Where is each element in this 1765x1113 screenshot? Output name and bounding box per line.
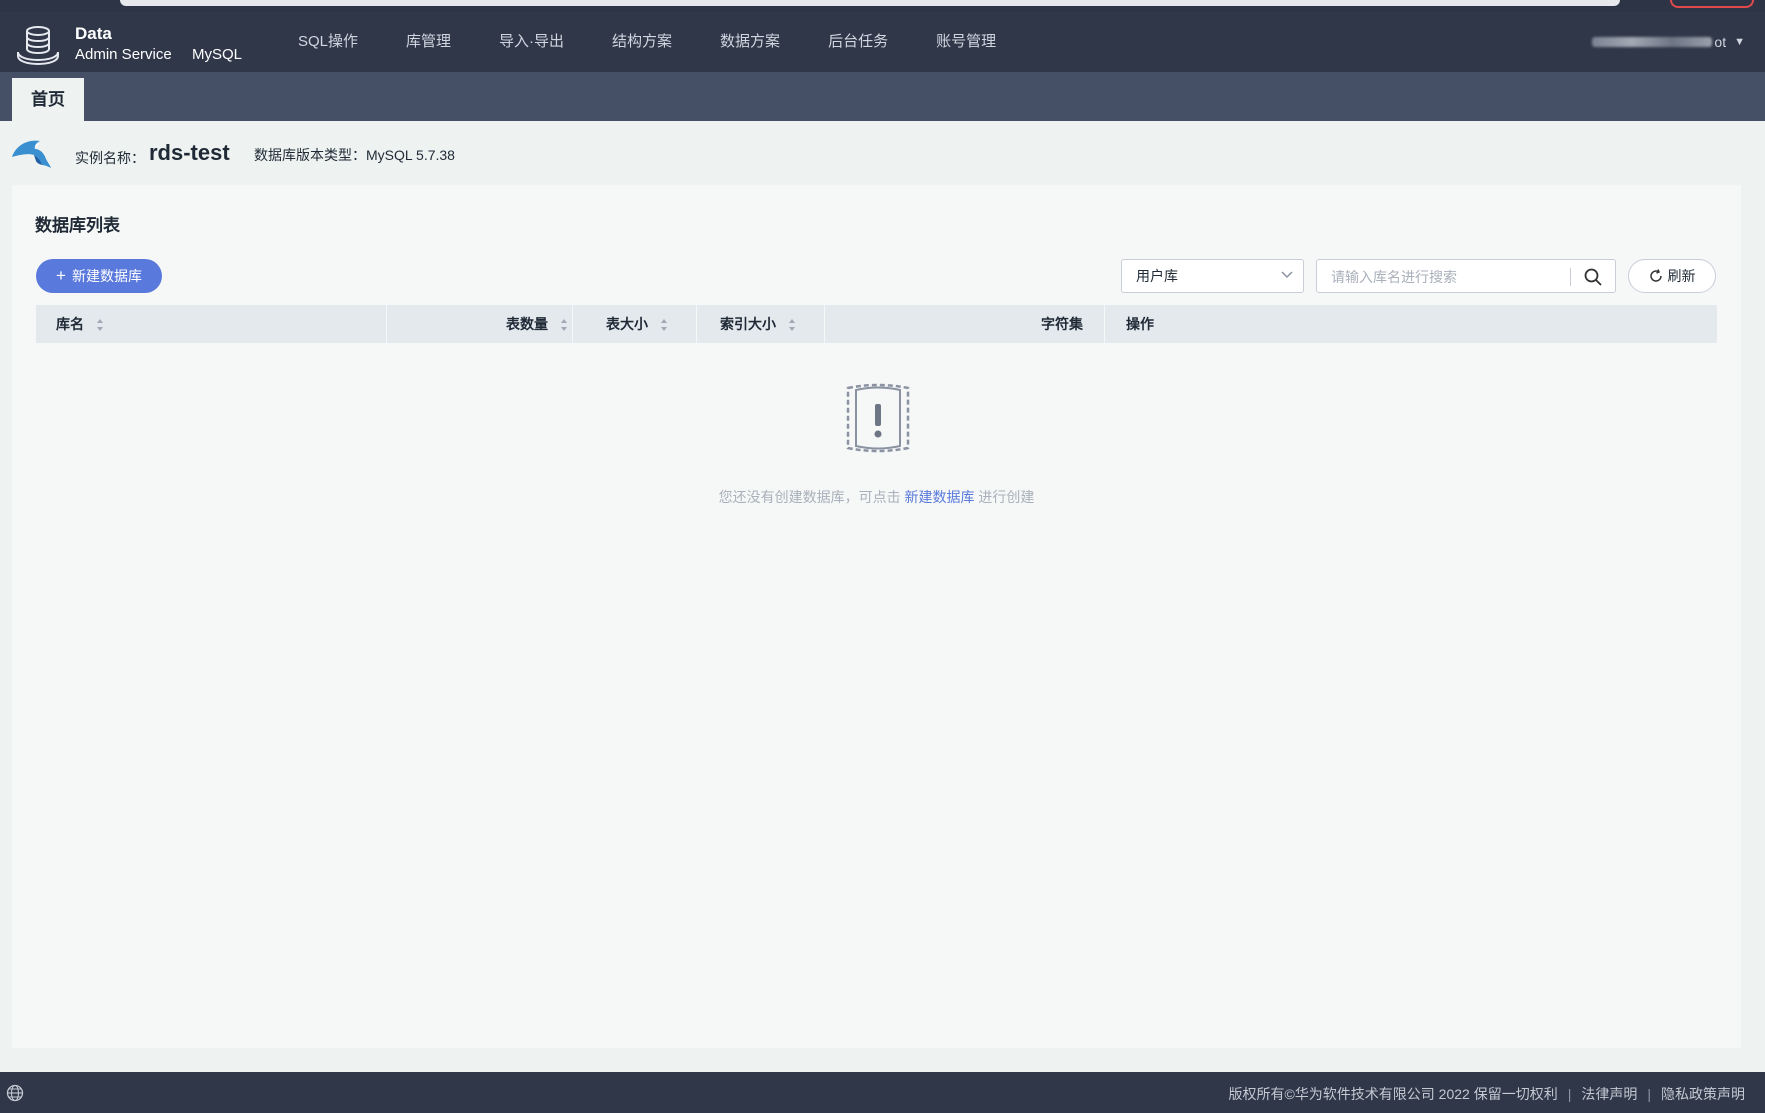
tab-bar: 首页 (0, 72, 1765, 121)
sort-icon (788, 319, 795, 332)
footer-separator: | (1647, 1086, 1651, 1102)
brand-title: Data (75, 24, 112, 43)
column-table-count-label: 表数量 (506, 316, 548, 332)
new-database-button[interactable]: + 新建数据库 (36, 259, 162, 293)
footer: 版权所有©华为软件技术有限公司 2022 保留一切权利 | 法律声明 | 隐私政… (0, 1072, 1765, 1113)
column-table-size[interactable]: 表大小 (606, 305, 668, 343)
globe-icon[interactable] (6, 1084, 24, 1102)
search-box (1316, 259, 1616, 293)
empty-state-message: 您还没有创建数据库，可点击 新建数据库 进行创建 (12, 487, 1741, 507)
refresh-button[interactable]: 刷新 (1628, 259, 1716, 293)
database-logo-icon (17, 26, 59, 66)
column-separator (1104, 305, 1105, 343)
empty-state-icon (846, 383, 910, 453)
nav-item-schema-plan[interactable]: 结构方案 (612, 12, 672, 72)
empty-new-database-link[interactable]: 新建数据库 (905, 489, 975, 505)
user-menu[interactable]: ot ▼ (1592, 34, 1745, 50)
caret-down-icon: ▼ (1734, 36, 1745, 48)
column-charset: 字符集 (1041, 316, 1083, 332)
nav-item-import-export[interactable]: 导入·导出 (499, 12, 564, 72)
table-header: 库名 表数量 表大小 索引大小 字符集 操作 (36, 305, 1717, 343)
brand-subtitle: Admin Service (75, 46, 172, 63)
search-divider (1570, 268, 1571, 286)
db-type-select-value: 用户库 (1136, 268, 1178, 284)
nav-item-background-tasks[interactable]: 后台任务 (828, 12, 888, 72)
column-actions: 操作 (1126, 316, 1154, 332)
column-separator (824, 305, 825, 343)
column-db-name-label: 库名 (56, 316, 84, 332)
legal-link[interactable]: 法律声明 (1581, 1084, 1637, 1104)
search-input[interactable] (1329, 266, 1573, 288)
refresh-icon (1649, 269, 1662, 282)
nav-item-db-management[interactable]: 库管理 (406, 12, 451, 72)
browser-red-button (1670, 0, 1754, 8)
column-table-count[interactable]: 表数量 (506, 305, 568, 343)
chevron-down-icon (1281, 271, 1293, 279)
sort-icon (96, 319, 103, 332)
footer-separator: | (1567, 1086, 1572, 1102)
user-name-suffix: ot (1714, 34, 1727, 50)
privacy-link[interactable]: 隐私政策声明 (1661, 1084, 1745, 1104)
new-database-label: 新建数据库 (71, 268, 142, 284)
instance-info: 实例名称： rds-test 数据库版本类型：MySQL 5.7.38 (0, 121, 1765, 185)
nav-item-data-plan[interactable]: 数据方案 (720, 12, 780, 72)
empty-suffix: 进行创建 (978, 489, 1035, 505)
engine-label: MySQL (192, 46, 243, 63)
empty-prefix: 您还没有创建数据库，可点击 (718, 489, 901, 505)
footer-links: 版权所有©华为软件技术有限公司 2022 保留一切权利 | 法律声明 | 隐私政… (1228, 1084, 1745, 1104)
column-db-name[interactable]: 库名 (56, 305, 104, 343)
plus-icon: + (56, 266, 66, 285)
browser-strip (0, 0, 1765, 12)
search-icon[interactable] (1583, 267, 1603, 287)
blurred-username (1592, 37, 1713, 47)
tab-home[interactable]: 首页 (12, 78, 84, 121)
column-separator (572, 305, 573, 343)
refresh-label: 刷新 (1667, 268, 1696, 284)
db-version-info: 数据库版本类型：MySQL 5.7.38 (254, 147, 455, 163)
column-table-size-label: 表大小 (606, 316, 648, 332)
browser-address-bar (120, 0, 1620, 6)
copyright-text: 版权所有©华为软件技术有限公司 2022 保留一切权利 (1228, 1086, 1558, 1102)
column-separator (386, 305, 387, 343)
sort-icon (560, 319, 567, 332)
nav-item-accounts[interactable]: 账号管理 (936, 12, 996, 72)
instance-name-label: 实例名称： (75, 150, 145, 166)
database-list-panel: 数据库列表 + 新建数据库 用户库 刷新 库名 表数量 (12, 185, 1741, 1048)
top-navigation: Data Admin Service MySQL SQL操作 库管理 导入·导出… (0, 12, 1765, 72)
panel-title: 数据库列表 (35, 216, 120, 235)
nav-menu: SQL操作 库管理 导入·导出 结构方案 数据方案 后台任务 账号管理 (298, 12, 1044, 72)
sort-icon (660, 319, 667, 332)
mysql-dolphin-icon (12, 140, 51, 168)
instance-name: rds-test (149, 140, 230, 165)
column-separator (696, 305, 697, 343)
nav-item-sql[interactable]: SQL操作 (298, 12, 358, 72)
column-index-size-label: 索引大小 (720, 316, 776, 332)
db-type-select[interactable]: 用户库 (1121, 259, 1304, 293)
column-index-size[interactable]: 索引大小 (720, 305, 796, 343)
